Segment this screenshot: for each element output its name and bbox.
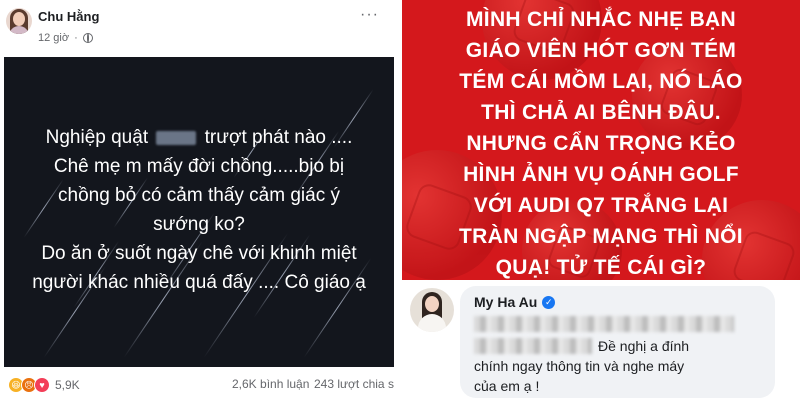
love-reaction-icon: ♥ [34,377,50,393]
post-line-3: chồng bỏ có cảm thấy cảm giác ý [58,185,340,206]
commenter-name[interactable]: My Ha Au ✓ [474,294,556,310]
author-name[interactable]: Chu Hằng [38,9,99,24]
facebook-post: Chu Hằng 12 giờ · ··· Nghiệp quật trượt … [0,0,398,401]
poster-line-4: THÌ CHẢ AI BÊNH ĐÂU. [481,101,721,124]
poster-line-5: NHƯNG CẨN TRỌNG KẺO [466,132,736,155]
poster-line-7: VỚI AUDI Q7 TRẮNG LẠI [473,194,729,217]
poster-text: MÌNH CHỈ NHẮC NHẸ BẠN GIÁO VIÊN HÓT GƠN … [402,4,800,280]
poster-line-3: TÉM CÁI MỒM LẠI, NÓ LÁO [459,70,743,93]
post-line-4: sướng ko? [153,214,245,235]
post-text-card: Nghiệp quật trượt phát nào .... Chê mẹ m… [4,57,394,367]
post-time[interactable]: 12 giờ [38,32,69,44]
comment-screenshot: My Ha Au ✓ Đề nghị a đính chính ngay thô… [402,280,800,401]
post-header: Chu Hằng 12 giờ · ··· [0,0,398,55]
post-line-rest: trượt phát nào .... [204,127,353,148]
red-text-poster: MÌNH CHỈ NHẮC NHẸ BẠN GIÁO VIÊN HÓT GƠN … [402,0,800,280]
comment-count[interactable]: 2,6K bình luận [232,377,309,391]
commenter-name-text[interactable]: My Ha Au [474,294,537,310]
comment-line-1: Đề nghị a đính [598,338,690,354]
meta-dot: · [74,32,78,44]
poster-line-6: HÌNH ẢNH VỤ OÁNH GOLF [463,163,739,186]
post-line-5: Do ăn ở suốt ngày chê với khinh miệt [41,243,357,264]
comment-line-3: của em ạ ! [474,378,540,394]
poster-line-1: MÌNH CHỈ NHẮC NHẸ BẠN [466,8,736,31]
poster-line-2: GIÁO VIÊN HÓT GƠN TÉM [465,39,737,62]
post-text: Nghiệp quật trượt phát nào .... Chê mẹ m… [4,123,394,297]
commenter-avatar[interactable] [410,288,454,332]
more-options-icon[interactable]: ··· [360,6,379,24]
reaction-count[interactable]: 5,9K [55,378,80,392]
post-line-2: Chê mẹ m mấy đời chồng.....bjo bị [53,156,345,177]
censored-name [156,130,197,145]
share-count[interactable]: 243 lượt chia s [314,377,394,391]
post-line-1: Nghiệp quật trượt phát nào .... [4,123,394,152]
reactions-summary[interactable]: 😆 😠 ♥ 5,9K [8,377,80,393]
comment-text: Đề nghị a đính chính ngay thông tin và n… [474,336,764,396]
post-line-6: người khác nhiều quá đấy .... Cô giáo ạ [32,272,366,293]
poster-line-8: TRÀN NGẬP MẠNG THÌ NỔI [459,225,743,248]
post-meta: 12 giờ · [38,32,93,44]
globe-icon [82,33,93,43]
censored-comment-line-1 [474,316,734,332]
verified-badge-icon: ✓ [542,295,556,309]
post-line-prefix: Nghiệp quật [45,127,149,148]
poster-line-9: QUẠ! TỬ TẾ CÁI GÌ? [495,256,707,279]
post-footer: 😆 😠 ♥ 5,9K 2,6K bình luận 243 lượt chia … [0,367,398,401]
comment-line-2: chính ngay thông tin và nghe máy [474,358,685,374]
author-avatar[interactable] [6,8,32,34]
